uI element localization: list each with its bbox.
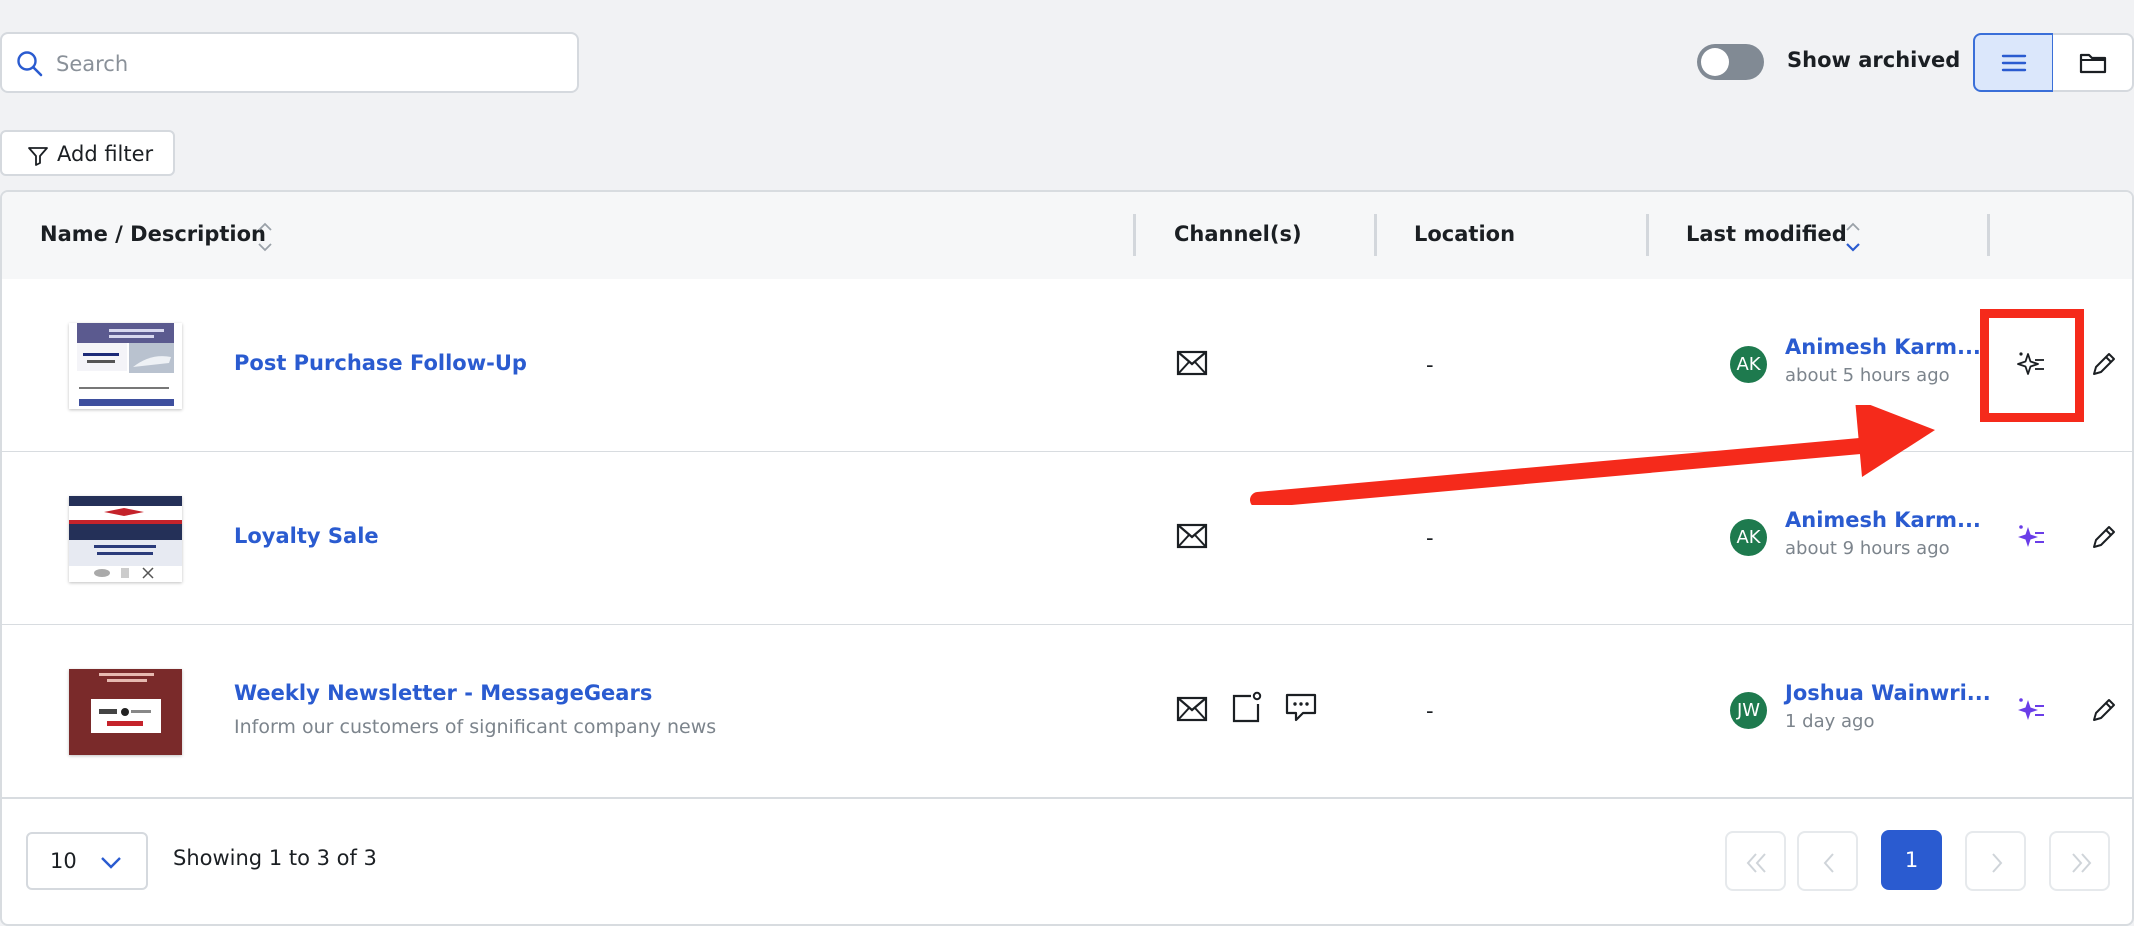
filter-icon [28, 147, 48, 166]
page-size-select[interactable]: 10 [26, 832, 148, 890]
template-name-link[interactable]: Loyalty Sale [234, 524, 379, 548]
search-input[interactable] [54, 46, 558, 82]
template-description: Inform our customers of significant comp… [234, 716, 717, 738]
edit-pencil-icon[interactable] [2089, 695, 2119, 725]
annotation-arrow [1250, 405, 1935, 505]
sort-desc-icon[interactable] [1845, 220, 1861, 254]
toggle-knob [1701, 48, 1729, 76]
highlight-box [1980, 309, 2084, 422]
show-archived-toggle[interactable] [1697, 44, 1764, 80]
page-size-value: 10 [50, 849, 77, 873]
table-header: Name / Description Channel(s) Location L… [2, 192, 2132, 281]
location-value: - [1426, 526, 1434, 550]
column-header-channels: Channel(s) [1174, 222, 1302, 246]
template-thumbnail[interactable] [69, 669, 182, 755]
last-page-button[interactable] [2049, 831, 2110, 891]
modified-time: about 5 hours ago [1785, 365, 1950, 386]
column-divider [1987, 214, 1990, 256]
template-thumbnail[interactable] [69, 496, 182, 582]
avatar: JW [1730, 692, 1767, 729]
column-header-last-modified[interactable]: Last modified [1686, 222, 1847, 246]
push-notification-icon [1232, 691, 1262, 723]
column-divider [1646, 214, 1649, 256]
column-divider [1133, 214, 1136, 256]
current-page-button[interactable]: 1 [1881, 830, 1942, 890]
avatar: AK [1730, 519, 1767, 556]
showing-count: Showing 1 to 3 of 3 [173, 846, 377, 870]
column-divider [1374, 214, 1377, 256]
modified-time: about 9 hours ago [1785, 538, 1950, 559]
chevron-left-icon [1823, 853, 1834, 873]
sms-icon [1285, 693, 1317, 722]
edit-pencil-icon[interactable] [2089, 349, 2119, 379]
chevron-down-icon [101, 857, 121, 869]
location-value: - [1426, 353, 1434, 377]
edit-pencil-icon[interactable] [2089, 522, 2119, 552]
previous-page-button[interactable] [1797, 831, 1858, 891]
email-icon [1176, 523, 1208, 549]
modified-time: 1 day ago [1785, 711, 1875, 732]
folder-icon [2079, 53, 2107, 74]
add-filter-label: Add filter [57, 142, 154, 166]
column-header-location: Location [1414, 222, 1516, 246]
template-name-link[interactable]: Weekly Newsletter - MessageGears [234, 681, 652, 705]
ai-sparkle-icon[interactable] [2015, 522, 2047, 554]
owner-name-link[interactable]: Joshua Wainwri... [1785, 681, 1991, 705]
avatar: AK [1730, 346, 1767, 383]
add-filter-button[interactable]: Add filter [0, 130, 175, 176]
double-chevron-right-icon [2072, 853, 2092, 873]
template-thumbnail[interactable] [69, 323, 182, 409]
owner-name-link[interactable]: Animesh Karm... [1785, 508, 1981, 532]
ai-sparkle-icon[interactable] [2015, 695, 2047, 727]
search-box[interactable] [0, 32, 579, 93]
search-icon [17, 51, 43, 77]
sort-icon[interactable] [257, 220, 273, 254]
list-icon [2001, 54, 2027, 72]
folder-view-button[interactable] [2053, 33, 2134, 92]
double-chevron-left-icon [1746, 853, 1766, 873]
chevron-right-icon [1992, 853, 2003, 873]
first-page-button[interactable] [1725, 831, 1786, 891]
templates-table: Name / Description Channel(s) Location L… [0, 190, 2134, 926]
email-icon [1176, 696, 1208, 722]
table-row[interactable]: Weekly Newsletter - MessageGears Inform … [2, 625, 2132, 799]
location-value: - [1426, 699, 1434, 723]
column-header-name[interactable]: Name / Description [40, 222, 266, 246]
list-view-button[interactable] [1973, 33, 2054, 92]
show-archived-label: Show archived [1787, 48, 1961, 72]
template-name-link[interactable]: Post Purchase Follow-Up [234, 351, 527, 375]
owner-name-link[interactable]: Animesh Karm... [1785, 335, 1981, 359]
next-page-button[interactable] [1965, 831, 2026, 891]
email-icon [1176, 350, 1208, 376]
